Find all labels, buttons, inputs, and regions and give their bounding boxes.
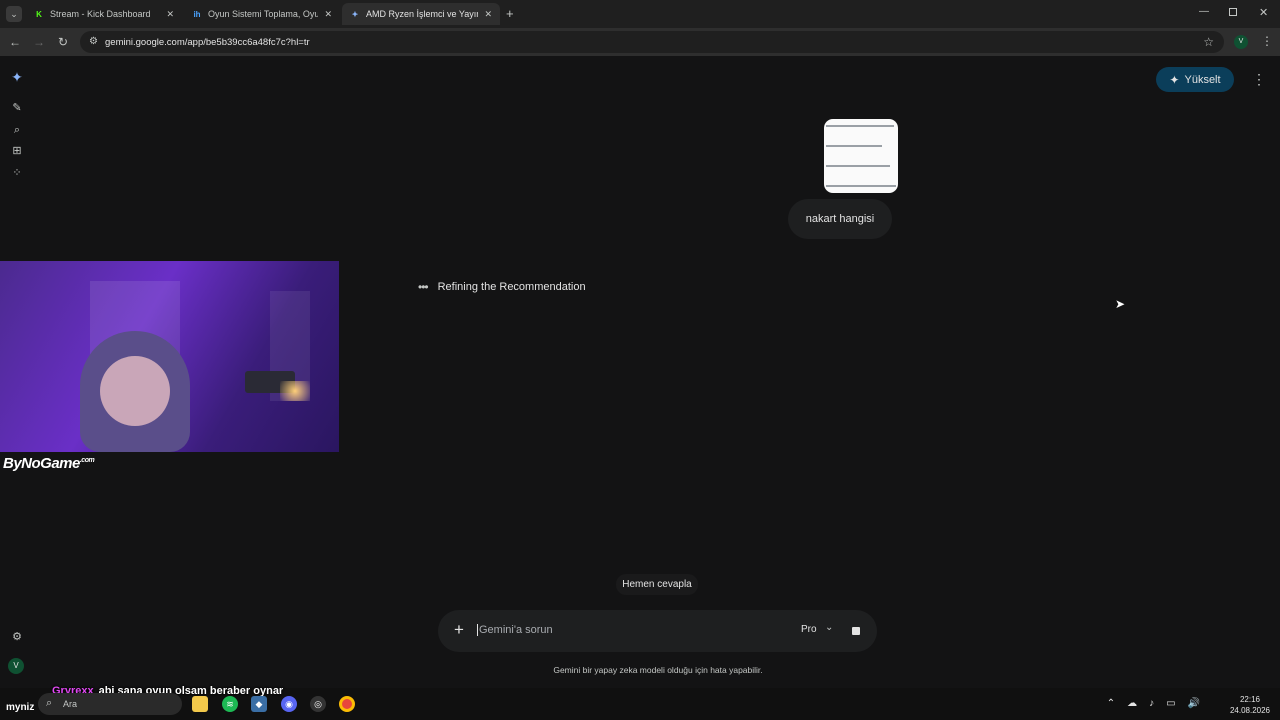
clock-time: 22:16 <box>1239 695 1260 704</box>
minimize-icon[interactable]: — <box>1199 6 1209 17</box>
thinking-label: Refining the Recommendation <box>437 281 586 293</box>
more-options-icon[interactable]: ⋮ <box>1252 71 1266 88</box>
tab-title: AMD Ryzen İşlemci ve Yayın Pe <box>366 9 478 19</box>
stop-icon[interactable] <box>852 627 860 635</box>
model-selector-label[interactable]: Pro <box>801 624 817 635</box>
address-bar[interactable]: ⚙ gemini.google.com/app/be5b39cc6a48fc7c… <box>80 31 1224 53</box>
loading-dots-icon: ••• <box>418 280 429 294</box>
gemini-icon: ✦ <box>351 9 359 19</box>
tab-strip: ⌄ K Stream - Kick Dashboard ✕ ih Oyun Si… <box>0 0 1280 28</box>
close-icon[interactable]: ✕ <box>324 9 332 20</box>
forward-icon[interactable]: → <box>31 34 47 50</box>
thinking-indicator[interactable]: ••• Refining the Recommendation <box>418 280 586 294</box>
mouse-cursor-icon: ➤ <box>1115 297 1126 311</box>
brand-watermark: ByNoGame.com <box>3 455 95 472</box>
discord-icon[interactable]: ◉ <box>281 696 297 712</box>
brand-name: ByNoGame <box>3 455 80 472</box>
tab-oyun-sistemi[interactable]: ih Oyun Sistemi Toplama, Oyuna G ✕ <box>184 3 340 25</box>
windows-taskbar: Gryrexx abi sana oyun olsam beraber oynar… <box>0 685 1280 720</box>
spotify-icon[interactable]: ≋ <box>222 696 238 712</box>
upgrade-button[interactable]: ✦ Yükselt <box>1156 67 1234 92</box>
tab-amd-ryzen[interactable]: ✦ AMD Ryzen İşlemci ve Yayın Pe ✕ <box>342 3 500 25</box>
gemini-logo-icon[interactable]: ✦ <box>10 70 24 84</box>
webcam-overlay <box>0 261 339 452</box>
browser-toolbar: ← → ↻ ⚙ gemini.google.com/app/be5b39cc6a… <box>0 28 1280 56</box>
sparkle-icon: ✦ <box>1169 72 1180 87</box>
upgrade-label: Yükselt <box>1184 73 1221 86</box>
site-info-icon[interactable]: ⚙ <box>89 36 98 47</box>
system-clock[interactable]: 22:16 24.08.2026 <box>1230 694 1270 716</box>
bookmark-star-icon[interactable]: ☆ <box>1203 35 1214 49</box>
file-explorer-icon[interactable] <box>192 696 208 712</box>
tab-search-button[interactable]: ⌄ <box>6 6 22 22</box>
prompt-box: + Gemini'a sorun Pro ⌄ <box>438 610 877 652</box>
restore-icon[interactable] <box>1229 8 1237 16</box>
back-icon[interactable]: ← <box>7 34 23 50</box>
user-message-text: nakart hangisi <box>805 213 875 225</box>
settings-icon[interactable]: ⚙ <box>10 630 24 644</box>
site-favicon-icon: ih <box>193 9 201 19</box>
display-icon[interactable]: ▭ <box>1166 698 1175 709</box>
search-icon: ⌕ <box>46 697 53 709</box>
profile-avatar[interactable]: V <box>1234 35 1248 49</box>
close-icon[interactable]: ✕ <box>484 9 492 20</box>
tab-kick-dashboard[interactable]: K Stream - Kick Dashboard ✕ <box>26 3 182 25</box>
search-icon[interactable]: ⌕ <box>10 123 24 137</box>
add-attachment-icon[interactable]: + <box>454 620 464 640</box>
quick-reply-chip[interactable]: Hemen cevapla <box>616 574 698 595</box>
new-chat-icon[interactable]: ✎ <box>10 101 24 115</box>
clock-date: 24.08.2026 <box>1229 706 1270 715</box>
chevron-up-icon[interactable]: ⌃ <box>1107 698 1115 709</box>
close-window-icon[interactable]: ✕ <box>1259 6 1268 19</box>
user-message-bubble: nakart hangisi <box>788 199 892 239</box>
tab-title: Stream - Kick Dashboard <box>50 9 151 19</box>
kick-icon: K <box>36 9 42 19</box>
chat-tag: myniz <box>6 702 35 713</box>
quick-reply-label: Hemen cevapla <box>622 579 692 590</box>
obs-icon[interactable]: ◎ <box>310 696 326 712</box>
brand-suffix: .com <box>79 457 95 464</box>
tab-title: Oyun Sistemi Toplama, Oyuna G <box>208 9 319 19</box>
close-icon[interactable]: ✕ <box>166 9 174 20</box>
microphone-icon[interactable]: ♪ <box>1149 698 1154 709</box>
url-text: gemini.google.com/app/be5b39cc6a48fc7c?h… <box>105 36 310 48</box>
taskbar-search[interactable]: ⌕ Ara <box>38 693 182 715</box>
disclaimer-text: Gemini bir yapay zeka modeli olduğu için… <box>553 665 763 675</box>
gems-icon[interactable]: ⊞ <box>10 144 24 158</box>
gemini-app: ✦ ✎ ⌕ ⊞ ⁘ ⚙ V ✦ Yükselt ⋮ nakart hangisi… <box>0 58 1280 688</box>
system-tray: ⌃ ☁ ♪ ▭ 🔊 <box>1107 698 1200 709</box>
chrome-icon[interactable] <box>339 696 355 712</box>
new-tab-icon[interactable]: + <box>506 6 514 21</box>
prompt-input[interactable]: Gemini'a sorun <box>477 624 553 636</box>
search-label: Ara <box>63 699 78 709</box>
chevron-down-icon[interactable]: ⌄ <box>825 622 833 633</box>
reload-icon[interactable]: ↻ <box>55 34 71 50</box>
volume-icon[interactable]: 🔊 <box>1188 698 1200 709</box>
cloud-icon[interactable]: ☁ <box>1127 698 1137 709</box>
app-icon[interactable]: ◆ <box>251 696 267 712</box>
browser-menu-icon[interactable]: ⋮ <box>1261 34 1273 48</box>
apps-icon[interactable]: ⁘ <box>10 166 24 180</box>
attached-image-thumbnail[interactable] <box>824 119 898 193</box>
